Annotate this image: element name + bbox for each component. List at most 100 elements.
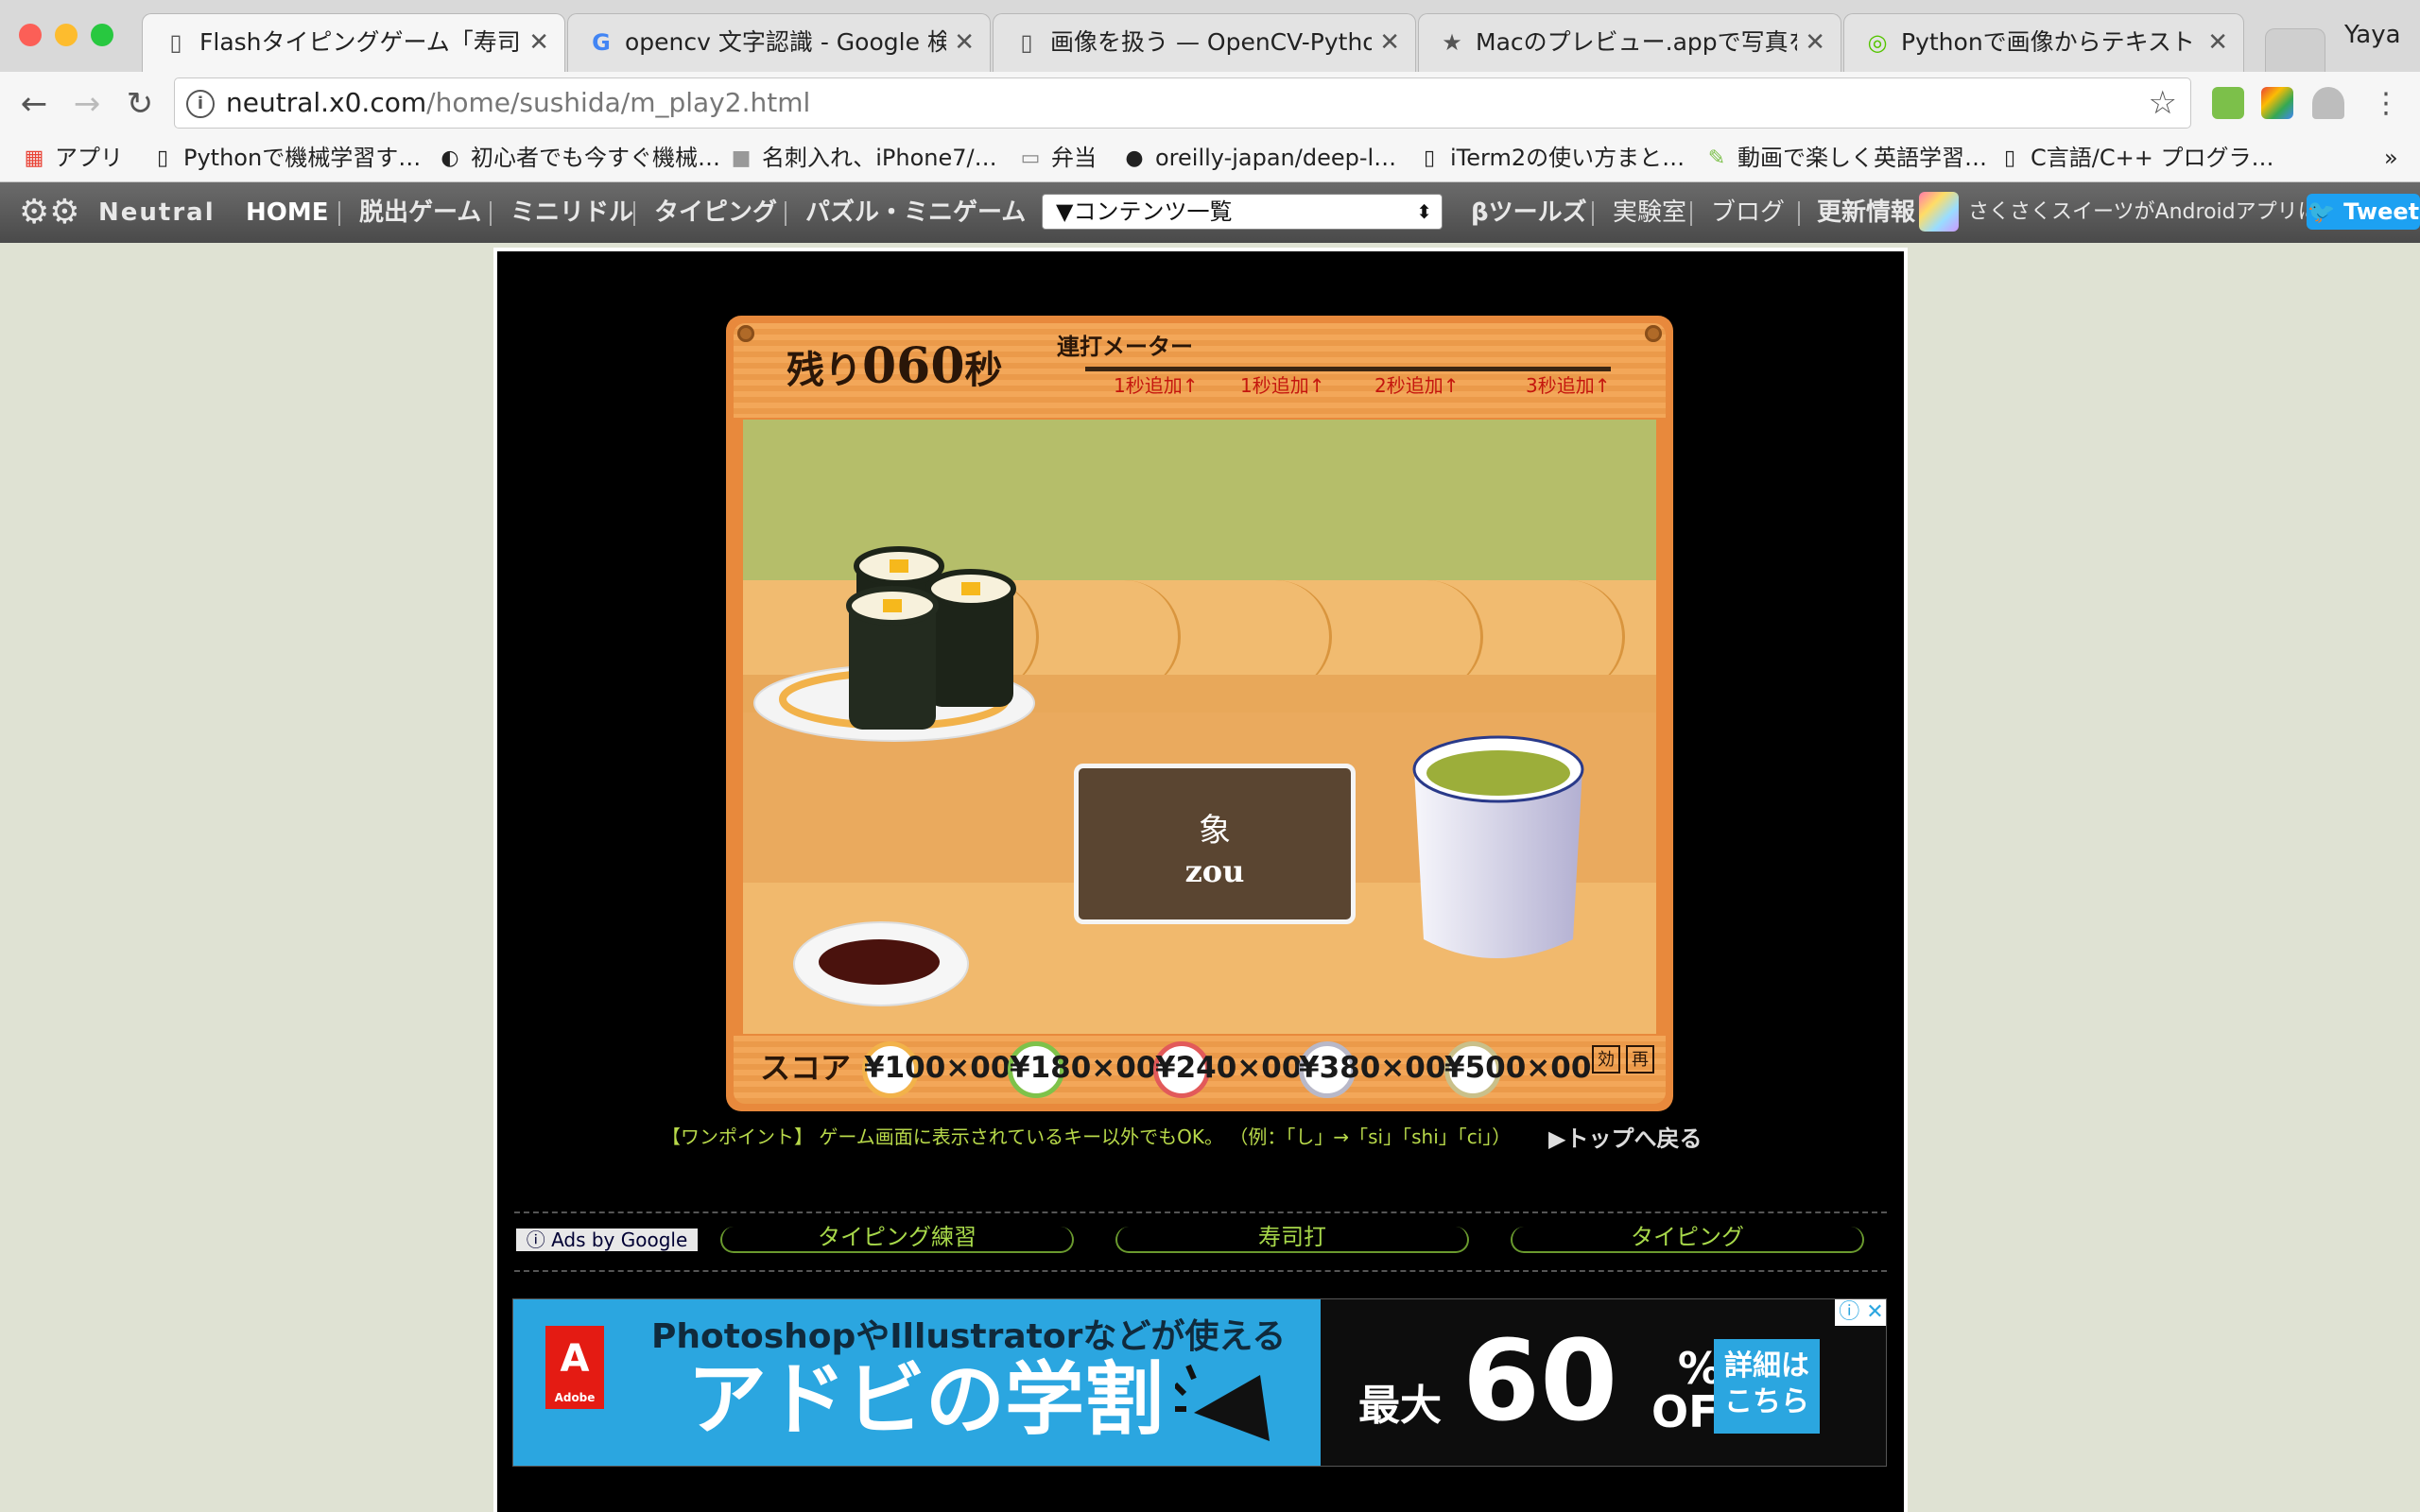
nav-puzzle[interactable]: パズル・ミニゲーム: [805, 194, 1026, 232]
page-icon: ▯: [1423, 146, 1436, 170]
meter-mark: 3秒追加↑: [1526, 374, 1611, 397]
tab-opencv-python[interactable]: ▯ 画像を扱う — OpenCV-Python ✕: [993, 13, 1416, 72]
page-icon: ▯: [156, 146, 169, 170]
ad-title: アドビの学割: [687, 1353, 1165, 1446]
close-tab-icon[interactable]: ✕: [2207, 27, 2228, 58]
box-icon: ■: [731, 146, 752, 170]
page-icon: ▯: [1020, 29, 1033, 56]
back-to-top-link[interactable]: ▶トップへ戻る: [1548, 1123, 1702, 1155]
adobe-logo: A Adobe: [545, 1326, 604, 1409]
back-icon[interactable]: ←: [13, 83, 55, 125]
ad-link-typing[interactable]: タイピング: [1511, 1226, 1864, 1253]
meter-mark: 1秒追加↑: [1114, 374, 1199, 397]
bookmark-folder[interactable]: ▭ 弁当: [1019, 142, 1097, 174]
ad-max-label: 最大: [1358, 1382, 1442, 1430]
twitter-icon: 🐦: [2307, 198, 2336, 225]
ad-close-icon[interactable]: ⓘ ✕: [1835, 1299, 1886, 1326]
adobe-banner-ad[interactable]: A Adobe PhotoshopやIllustratorなどが使える アドビの学…: [512, 1298, 1887, 1467]
bookmark-item[interactable]: ■ 名刺入れ、iPhone7/…: [730, 142, 997, 174]
plate-380-count: ¥380×00: [1299, 1051, 1446, 1085]
plate-500-count: ¥500×00: [1444, 1051, 1592, 1085]
edit-icon: ✎: [1707, 146, 1726, 170]
forward-icon[interactable]: →: [66, 83, 108, 125]
meter-mark: 2秒追加↑: [1374, 374, 1460, 397]
github-icon: ●: [1125, 146, 1144, 170]
nav-home[interactable]: HOME: [246, 194, 329, 232]
url-path: /home/sushida/m_play2.html: [426, 87, 811, 118]
time-remaining: 残り060秒: [786, 337, 1003, 395]
nav-blog[interactable]: ブログ: [1711, 194, 1785, 232]
word-romaji: zou: [1184, 853, 1245, 889]
extension-icon[interactable]: [2212, 87, 2244, 119]
sushida-game[interactable]: 残り060秒 連打メーター 1秒追加↑ 1秒追加↑ 2秒追加↑ 3秒追加↑ 象 …: [726, 316, 1673, 1111]
bookmark-apps[interactable]: ▦ アプリ: [23, 142, 123, 174]
score-label: スコア: [760, 1050, 852, 1086]
sound-effect-button[interactable]: 効: [1592, 1045, 1620, 1074]
nav-lab[interactable]: 実験室: [1613, 194, 1686, 232]
browser-toolbar: ← → ↻ i neutral.x0.com/home/sushida/m_pl…: [0, 72, 2420, 134]
tab-sushida[interactable]: ▯ Flashタイピングゲーム「寿司打」 ✕: [142, 13, 565, 72]
nav-escape-game[interactable]: 脱出ゲーム: [359, 194, 481, 232]
apps-icon: ▦: [24, 146, 44, 170]
site-logo[interactable]: Neutral: [98, 194, 216, 232]
ad-discount-number: 60: [1462, 1315, 1618, 1446]
close-tab-icon[interactable]: ✕: [528, 27, 549, 58]
plate-180-count: ¥180×00: [1010, 1051, 1157, 1085]
bookmark-item[interactable]: ▯ iTerm2の使い方まと…: [1418, 142, 1685, 174]
bookmark-star-icon[interactable]: ☆: [2149, 84, 2177, 122]
bookmark-item[interactable]: ◐ 初心者でも今すぐ機械…: [439, 142, 720, 174]
one-point-tip: 【ワンポイント】 ゲーム画面に表示されているキー以外でもOK。 （例：「し」→「…: [662, 1125, 1512, 1148]
nav-updates[interactable]: 更新情報: [1817, 194, 1915, 232]
close-tab-icon[interactable]: ✕: [954, 27, 975, 58]
close-window-button[interactable]: [19, 24, 42, 46]
reload-icon[interactable]: ↻: [119, 83, 161, 125]
extension-icon[interactable]: [2261, 87, 2293, 119]
replay-button[interactable]: 再: [1626, 1045, 1654, 1074]
select-arrow-icon: ⬍: [1416, 200, 1432, 223]
tab-mac-preview[interactable]: ★ Macのプレビュー.appで写真を ✕: [1418, 13, 1841, 72]
tab-title: Pythonで画像からテキストを抽出: [1901, 28, 2194, 56]
sushi-scene: 象 zou: [743, 420, 1656, 1034]
site-nav: ⚙⚙ Neutral HOME 脱出ゲーム ミニリドル タイピング パズル・ミニ…: [0, 182, 2420, 243]
tab-title: 画像を扱う — OpenCV-Python: [1050, 28, 1372, 56]
nav-mini-riddle[interactable]: ミニリドル: [510, 194, 633, 232]
nav-typing[interactable]: タイピング: [654, 194, 777, 232]
tab-strip: ▯ Flashタイピングゲーム「寿司打」 ✕ G opencv 文字認識 - G…: [0, 0, 2420, 73]
bookmark-item[interactable]: ● oreilly-japan/deep-l…: [1123, 142, 1396, 174]
typing-word-card: 象 zou: [1074, 764, 1356, 924]
profile-name[interactable]: Yaya: [2344, 21, 2401, 49]
close-tab-icon[interactable]: ✕: [1805, 27, 1825, 58]
ad-headline: PhotoshopやIllustratorなどが使える: [651, 1317, 1287, 1356]
drive-icon[interactable]: [2312, 87, 2344, 119]
tweet-button[interactable]: 🐦 Tweet: [2307, 194, 2420, 230]
bookmark-item[interactable]: ▯ Pythonで機械学習す…: [151, 142, 421, 174]
news-ticker[interactable]: さくさくスイーツがAndroidアプリに: [1968, 194, 2319, 232]
bookmark-item[interactable]: ▯ C言語/C++ プログラ…: [1998, 142, 2274, 174]
close-tab-icon[interactable]: ✕: [1379, 27, 1400, 58]
tab-title: Macのプレビュー.appで写真を: [1476, 28, 1797, 56]
page-icon: ◐: [441, 146, 459, 170]
bookmarks-more-button[interactable]: »: [2384, 142, 2398, 174]
sushi-plate: [753, 546, 1035, 742]
soy-sauce-dish: [793, 921, 969, 1006]
plate-100-count: ¥100×00: [864, 1051, 1011, 1085]
sweets-icon: [1919, 192, 1959, 232]
ad-link-typing-practice[interactable]: タイピング練習: [720, 1226, 1074, 1253]
nav-beta-tools[interactable]: βツールズ: [1471, 194, 1587, 232]
meter-mark: 1秒追加↑: [1240, 374, 1325, 397]
tab-google-search[interactable]: G opencv 文字認識 - Google 検索 ✕: [567, 13, 991, 72]
bookmark-item[interactable]: ✎ 動画で楽しく英語学習…: [1705, 142, 1987, 174]
word-kanji: 象: [1199, 812, 1231, 850]
new-tab-button[interactable]: [2265, 28, 2325, 72]
menu-icon[interactable]: ⋮: [2365, 83, 2407, 125]
content-select[interactable]: ▼コンテンツ一覧 ⬍: [1042, 194, 1443, 230]
combo-meter-bar: [1085, 367, 1611, 371]
tab-python-ocr[interactable]: ◎ Pythonで画像からテキストを抽出 ✕: [1843, 13, 2244, 72]
ad-details-button[interactable]: 詳細は こちら: [1714, 1339, 1820, 1434]
ad-link-sushida[interactable]: 寿司打: [1115, 1226, 1469, 1253]
minimize-window-button[interactable]: [55, 24, 78, 46]
info-icon[interactable]: i: [186, 90, 215, 118]
ads-by-google[interactable]: ⓘ Ads by Google: [516, 1228, 698, 1251]
zoom-window-button[interactable]: [91, 24, 113, 46]
address-bar[interactable]: i neutral.x0.com/home/sushida/m_play2.ht…: [174, 77, 2191, 129]
